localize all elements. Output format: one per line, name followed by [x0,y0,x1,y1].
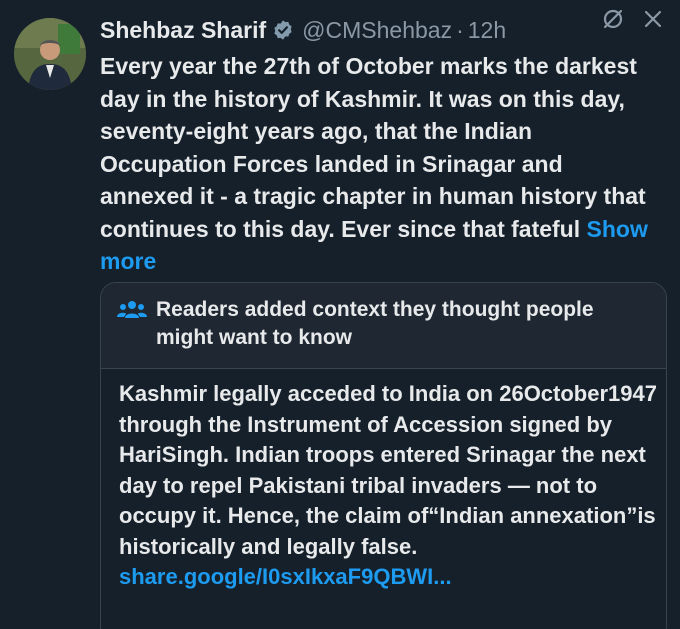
dot-separator: · [456,16,464,43]
tweet[interactable]: Shehbaz Sharif @CMShehbaz · 12h Every ye… [0,0,680,629]
header-actions [586,6,666,32]
tweet-text: Every year the 27th of October marks the… [100,50,656,278]
community-note-header: Readers added context they thought peopl… [101,283,666,369]
close-icon[interactable] [640,6,666,32]
community-note-body: Kashmir legally acceded to India on 26Oc… [119,379,659,593]
author-name[interactable]: Shehbaz Sharif [100,17,266,44]
avatar[interactable] [14,18,86,90]
community-note[interactable]: Readers added context they thought peopl… [100,282,667,629]
avatar-photo [14,18,86,90]
community-note-text: Kashmir legally acceded to India on 26Oc… [119,381,657,559]
author-handle[interactable]: @CMShehbaz [302,17,452,44]
community-note-link[interactable]: share.google/I0sxIkxaF9QBWI... [119,564,452,589]
tweet-body: Every year the 27th of October marks the… [100,53,646,242]
grok-icon[interactable] [600,6,626,32]
timestamp[interactable]: 12h [468,17,506,44]
people-icon [117,301,147,318]
verified-badge-icon [274,20,292,40]
community-note-title: Readers added context they thought peopl… [156,298,594,349]
